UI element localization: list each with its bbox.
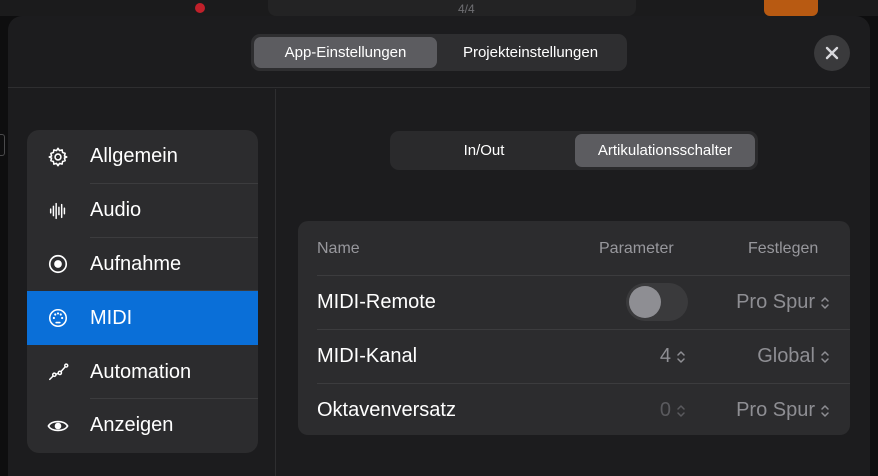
midi-settings-table: Name Parameter Festlegen MIDI-Remote Pro… [298,221,850,435]
divider [317,329,850,330]
festlegen-value: Pro Spur [736,291,815,313]
festlegen-value: Global [757,345,815,367]
sidebar-item-automation[interactable]: Automation [27,345,258,399]
midi-section-segmented-control: In/Out Artikulationsschalter [390,131,758,170]
tab-app-settings[interactable]: App-Einstellungen [254,37,437,68]
row-name: MIDI-Remote [317,291,436,313]
sidebar-item-audio[interactable]: Audio [27,184,258,238]
chevron-up-down-icon [821,404,829,417]
sidebar: Allgemein Audio Aufnahme MIDI Automation… [27,130,258,453]
close-button[interactable] [814,35,850,71]
chevron-up-down-icon [821,296,829,309]
sidebar-item-label: Aufnahme [90,252,182,275]
festlegen-value: Pro Spur [736,399,815,421]
parameter-popup-oktavenversatz[interactable]: 0 [660,399,686,422]
background-active-button [764,0,818,16]
xmark-icon [825,46,839,60]
record-icon [46,252,70,276]
row-name: MIDI-Kanal [317,345,418,367]
background-left-fragment [0,134,5,156]
sidebar-item-label: MIDI [90,306,133,329]
parameter-value: 0 [659,399,671,421]
row-name: Oktavenversatz [317,399,456,421]
midi-remote-toggle[interactable] [626,283,688,321]
table-row-midi-remote: MIDI-Remote Pro Spur [298,275,850,329]
midi-icon [46,306,70,330]
background-app-toolbar: 4/4 [0,0,878,16]
parameter-popup-midi-kanal[interactable]: 4 [660,345,686,368]
background-transport [268,0,636,16]
time-signature: 4/4 [458,2,475,16]
column-header-name: Name [317,240,360,257]
tab-in-out[interactable]: In/Out [393,134,575,167]
sidebar-pane: Allgemein Audio Aufnahme MIDI Automation… [8,89,276,476]
waveform-icon [46,199,70,223]
settings-modal: App-Einstellungen Projekteinstellungen A… [8,16,870,476]
table-header: Name Parameter Festlegen [298,221,850,275]
chevron-up-down-icon [677,350,685,363]
settings-scope-segmented-control: App-Einstellungen Projekteinstellungen [251,34,627,71]
sidebar-item-allgemein[interactable]: Allgemein [27,130,258,184]
automation-icon [46,360,70,384]
record-indicator [195,3,205,13]
festlegen-popup-midi-remote[interactable]: Pro Spur [736,291,830,314]
sidebar-item-midi[interactable]: MIDI [27,291,258,346]
chevron-up-down-icon [677,404,685,417]
parameter-value: 4 [659,345,671,367]
column-header-parameter: Parameter [599,240,674,257]
sidebar-item-anzeigen[interactable]: Anzeigen [27,399,258,453]
festlegen-popup-midi-kanal[interactable]: Global [757,345,830,368]
festlegen-popup-oktavenversatz[interactable]: Pro Spur [736,399,830,422]
sidebar-item-label: Audio [90,199,142,222]
chevron-up-down-icon [821,350,829,363]
divider [317,383,850,384]
eye-icon [46,414,70,438]
sidebar-item-aufnahme[interactable]: Aufnahme [27,238,258,292]
gear-icon [46,145,70,169]
table-row-midi-kanal: MIDI-Kanal 4 Global [298,329,850,383]
sidebar-item-label: Automation [90,360,192,383]
modal-header: App-Einstellungen Projekteinstellungen [8,16,870,88]
tab-artikulationsschalter[interactable]: Artikulationsschalter [575,134,755,167]
sidebar-item-label: Allgemein [90,145,178,168]
table-row-oktavenversatz: Oktavenversatz 0 Pro Spur [298,383,850,437]
divider [317,275,850,276]
column-header-festlegen: Festlegen [748,240,819,257]
sidebar-item-label: Anzeigen [90,414,174,437]
toggle-knob [629,286,661,318]
tab-project-settings[interactable]: Projekteinstellungen [437,37,624,68]
